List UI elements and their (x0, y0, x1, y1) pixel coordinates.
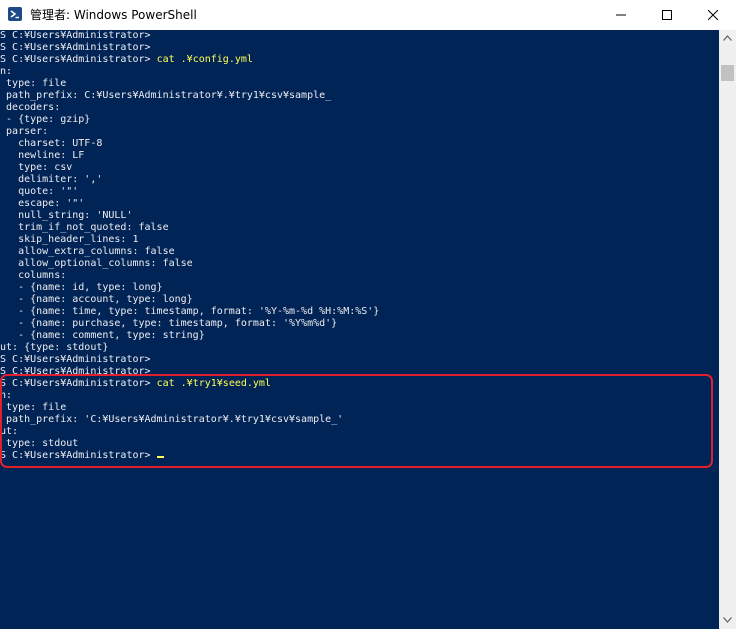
output-text: - {name: id, type: long} (0, 282, 163, 293)
output-text: delimiter: ',' (0, 174, 103, 185)
output-text: path_prefix: C:¥Users¥Administrator¥.¥tr… (0, 90, 332, 101)
console-line: - {name: comment, type: string} (0, 330, 379, 342)
console-line: - {name: purchase, type: timestamp, form… (0, 318, 379, 330)
output-text: out: {type: stdout} (0, 342, 109, 353)
output-text: decoders: (0, 102, 61, 113)
console-line: null_string: 'NULL' (0, 210, 379, 222)
output-text: skip_header_lines: 1 (0, 234, 139, 245)
prompt-text: PS C:¥Users¥Administrator> (0, 354, 151, 365)
output-text: - {type: gzip} (0, 114, 91, 125)
minimize-icon (616, 14, 626, 16)
prompt-text: PS C:¥Users¥Administrator> (0, 42, 151, 53)
output-text: - {name: account, type: long} (0, 294, 193, 305)
console-line: trim_if_not_quoted: false (0, 222, 379, 234)
output-text: allow_extra_columns: false (0, 246, 175, 257)
window-title: 管理者: Windows PowerShell (30, 8, 197, 22)
console-line: out: {type: stdout} (0, 342, 379, 354)
console-line: type: csv (0, 162, 379, 174)
console-line: - {name: account, type: long} (0, 294, 379, 306)
console-line: newline: LF (0, 150, 379, 162)
output-text: escape: '"' (0, 198, 85, 209)
scroll-up-button[interactable] (719, 30, 736, 47)
console-line: escape: '"' (0, 198, 379, 210)
console-line: charset: UTF-8 (0, 138, 379, 150)
console-line: delimiter: ',' (0, 174, 379, 186)
output-text: columns: (0, 270, 67, 281)
output-text: newline: LF (0, 150, 85, 161)
scroll-up-arrow-icon (723, 35, 732, 41)
console-line: PS C:¥Users¥Administrator> (0, 42, 379, 54)
console-line: - {name: id, type: long} (0, 282, 379, 294)
console-output[interactable]: PS C:¥Users¥Administrator> PS C:¥Users¥Ad… (0, 30, 719, 629)
prompt-text: PS C:¥Users¥Administrator> (0, 54, 151, 65)
console-line: in: (0, 66, 379, 78)
scroll-down-button[interactable] (719, 612, 736, 629)
output-text: quote: '"' (0, 186, 79, 197)
console-line: allow_extra_columns: false (0, 246, 379, 258)
command-text: cat .¥config.yml (150, 54, 253, 65)
console-line: - {type: gzip} (0, 114, 379, 126)
title-bar[interactable]: 管理者: Windows PowerShell (0, 0, 736, 30)
output-text: null_string: 'NULL' (0, 210, 133, 221)
powershell-icon[interactable] (8, 7, 22, 21)
output-text: type: file (0, 78, 67, 89)
vertical-scrollbar[interactable] (719, 30, 736, 629)
maximize-icon (662, 10, 672, 20)
output-text: - {name: comment, type: string} (0, 330, 205, 341)
output-text: - {name: purchase, type: timestamp, form… (0, 318, 338, 329)
close-button[interactable] (690, 0, 736, 30)
output-text: type: csv (0, 162, 73, 173)
powershell-window: 管理者: Windows PowerShell PS C:¥Users¥Admi… (0, 0, 736, 629)
console-line: skip_header_lines: 1 (0, 234, 379, 246)
maximize-button[interactable] (644, 0, 690, 30)
minimize-button[interactable] (598, 0, 644, 30)
highlight-annotation-box (0, 374, 713, 468)
console-line: PS C:¥Users¥Administrator> cat .¥config.… (0, 54, 379, 66)
console-line: - {name: time, type: timestamp, format: … (0, 306, 379, 318)
output-text: in: (0, 66, 13, 77)
output-text: - {name: time, type: timestamp, format: … (0, 306, 380, 317)
console-line: columns: (0, 270, 379, 282)
console-line: path_prefix: C:¥Users¥Administrator¥.¥tr… (0, 90, 379, 102)
output-text: allow_optional_columns: false (0, 258, 193, 269)
output-text: parser: (6, 126, 49, 137)
close-icon (708, 10, 718, 20)
console-line: allow_optional_columns: false (0, 258, 379, 270)
output-text: charset: UTF-8 (0, 138, 103, 149)
scroll-thumb[interactable] (721, 65, 734, 81)
console-line: quote: '"' (0, 186, 379, 198)
output-text: trim_if_not_quoted: false (0, 222, 169, 233)
scroll-down-arrow-icon (723, 617, 732, 623)
console-line: decoders: (0, 102, 379, 114)
console-line: parser: (0, 126, 379, 138)
console-line: PS C:¥Users¥Administrator> (0, 354, 379, 366)
console-line: type: file (0, 78, 379, 90)
prompt-text: PS C:¥Users¥Administrator> (0, 30, 151, 41)
console-line: PS C:¥Users¥Administrator> (0, 30, 379, 42)
